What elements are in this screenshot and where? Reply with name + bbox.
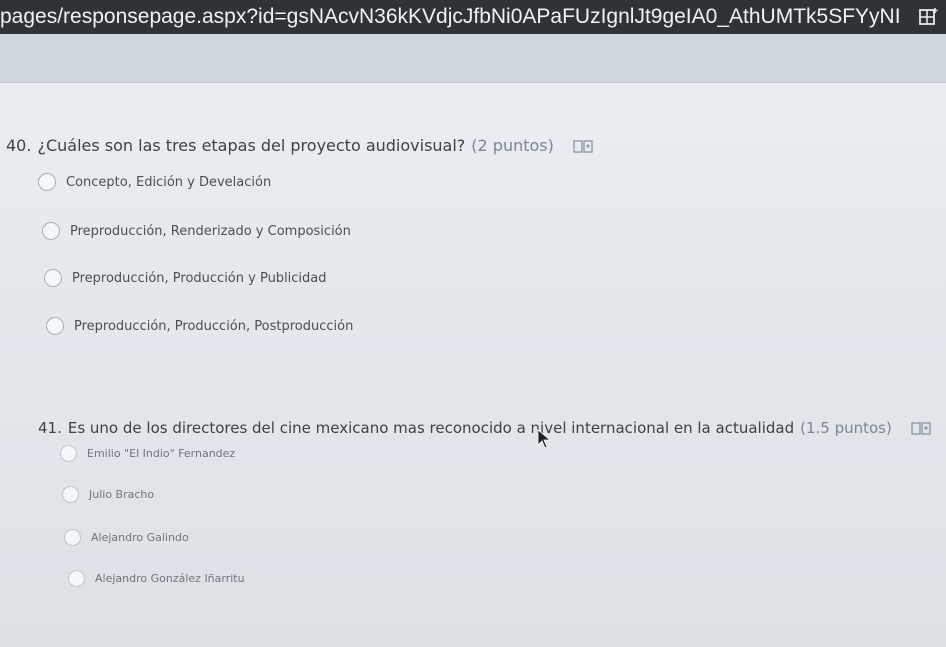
question-40-title: 40. ¿Cuáles son las tres etapas del proye…	[6, 136, 593, 155]
option-label: Alejandro González Iñarritu	[95, 572, 245, 585]
option-label: Alejandro Galindo	[91, 531, 189, 544]
address-bar[interactable]: pages/responsepage.aspx?id=gsNAcvN36kKVd…	[0, 0, 946, 34]
form-header-band	[0, 34, 946, 83]
mouse-pointer-icon	[537, 429, 551, 449]
question-41-title: 41. Es uno de los directores del cine mex…	[38, 419, 931, 437]
immersive-reader-icon[interactable]	[910, 421, 931, 437]
option-label: Emilio "El Indio" Fernandez	[87, 447, 236, 460]
radio-button[interactable]	[46, 317, 64, 335]
radio-button[interactable]	[44, 269, 62, 287]
option-40-d[interactable]: Preproducción, Producción, Postproducció…	[46, 317, 353, 335]
option-label: Preproducción, Renderizado y Composición	[70, 223, 351, 239]
option-41-b[interactable]: Julio Bracho	[62, 486, 154, 503]
radio-button[interactable]	[64, 529, 81, 546]
option-40-c[interactable]: Preproducción, Producción y Publicidad	[44, 269, 327, 287]
option-label: Preproducción, Producción, Postproducció…	[74, 318, 354, 334]
option-41-a[interactable]: Emilio "El Indio" Fernandez	[60, 445, 235, 462]
form-content: 40. ¿Cuáles son las tres etapas del proye…	[0, 83, 946, 647]
option-40-a[interactable]: Concepto, Edición y Develación	[38, 173, 271, 191]
option-41-d[interactable]: Alejandro González Iñarritu	[68, 570, 245, 587]
option-40-b[interactable]: Preproducción, Renderizado y Composición	[42, 222, 351, 240]
immersive-reader-icon[interactable]	[573, 139, 593, 155]
tab-grid-icon[interactable]	[918, 7, 938, 27]
question-points: (1.5 puntos)	[800, 419, 892, 437]
question-number: 41.	[38, 419, 62, 437]
question-number: 40.	[6, 136, 32, 155]
radio-button[interactable]	[42, 222, 60, 240]
option-41-c[interactable]: Alejandro Galindo	[64, 529, 189, 546]
radio-button[interactable]	[68, 570, 85, 587]
option-label: Julio Bracho	[89, 488, 155, 501]
radio-button[interactable]	[60, 445, 77, 462]
question-text: ¿Cuáles son las tres etapas del proyecto…	[37, 136, 466, 155]
option-label: Concepto, Edición y Develación	[66, 174, 272, 190]
question-text: Es uno de los directores del cine mexica…	[67, 419, 795, 437]
question-points: (2 puntos)	[471, 136, 554, 155]
option-label: Preproducción, Producción y Publicidad	[72, 270, 327, 286]
screen: pages/responsepage.aspx?id=gsNAcvN36kKVd…	[0, 0, 946, 647]
radio-button[interactable]	[62, 486, 79, 503]
radio-button[interactable]	[38, 173, 56, 191]
url-text[interactable]: pages/responsepage.aspx?id=gsNAcvN36kKVd…	[0, 0, 900, 34]
